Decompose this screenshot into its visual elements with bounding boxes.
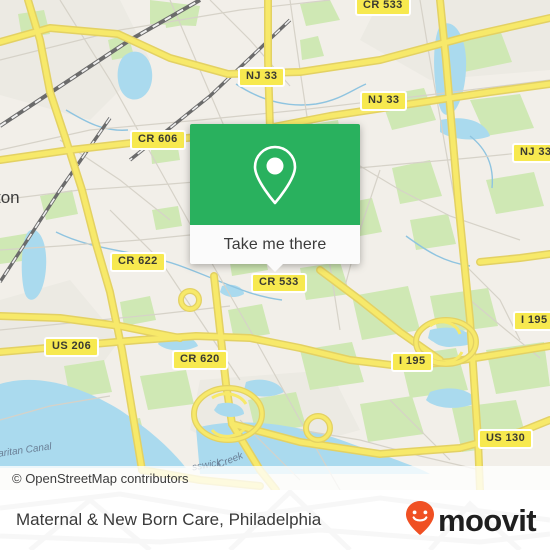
map-place-label: ton [0,188,20,207]
moovit-brand[interactable]: moovit [405,490,537,550]
attribution-text: © OpenStreetMap contributors [12,470,189,486]
road-shield: NJ 33 [512,143,550,163]
map-attribution: © OpenStreetMap contributors [0,466,550,490]
road-shield: CR 622 [110,252,166,272]
road-shield: CR 606 [130,130,186,150]
moovit-smiley-pin-icon [405,500,435,541]
road-shield: US 130 [478,429,534,449]
moovit-place-map-screen: CR 533 NJ 33 NJ 33 NJ 33 CR 606 CR 622 C… [0,0,550,550]
moovit-wordmark: moovit [437,502,537,538]
location-pin-icon [248,142,302,208]
callout-action-bar[interactable]: Take me there [190,225,360,264]
road-shield: CR 533 [355,0,411,16]
road-shield: US 206 [44,337,100,357]
road-shield: NJ 33 [360,91,408,111]
road-shield: I 195 [513,311,550,331]
road-shield: CR 620 [172,350,228,370]
take-me-there-callout[interactable]: Take me there [190,124,360,264]
callout-pin-area [190,124,360,225]
road-shield: CR 533 [251,273,307,293]
road-shield: I 195 [391,352,434,372]
road-shield: NJ 33 [238,67,286,87]
callout-pointer [266,263,284,272]
place-title: Maternal & New Born Care, Philadelphia [16,490,321,550]
map-canvas[interactable]: CR 533 NJ 33 NJ 33 NJ 33 CR 606 CR 622 C… [0,0,550,490]
place-title-text: Maternal & New Born Care, Philadelphia [16,510,322,529]
footer-bar: Maternal & New Born Care, Philadelphia m… [0,490,550,550]
take-me-there-label: Take me there [223,235,327,253]
